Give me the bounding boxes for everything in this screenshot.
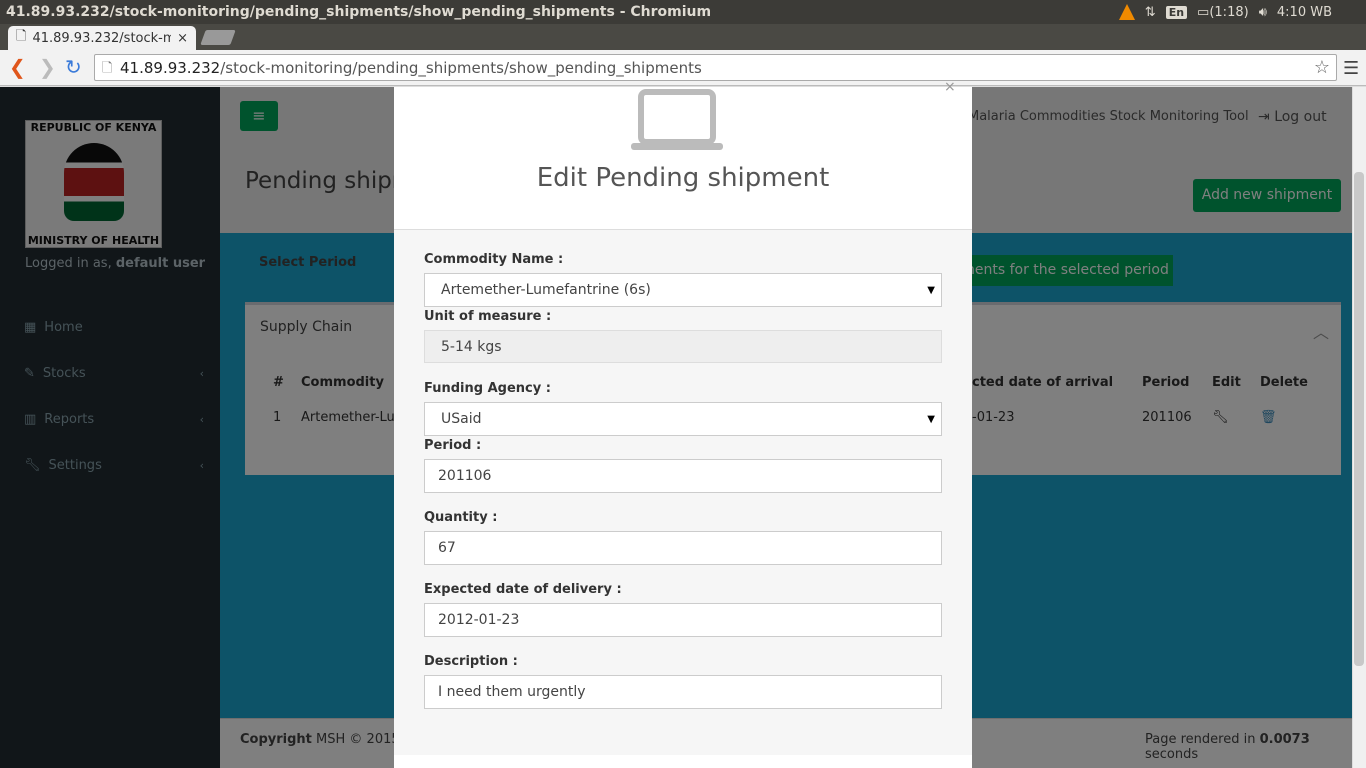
description-input[interactable]: I need them urgently bbox=[424, 675, 942, 709]
vlc-icon[interactable] bbox=[1118, 4, 1135, 20]
funding-label: Funding Agency : bbox=[424, 381, 551, 396]
os-title-bar: 41.89.93.232/stock-monitoring/pending_sh… bbox=[0, 0, 1366, 24]
quantity-input[interactable]: 67 bbox=[424, 531, 942, 565]
reload-icon[interactable]: ↻ bbox=[65, 57, 82, 77]
commodity-value: Artemether-Lumefantrine (6s) bbox=[441, 282, 651, 298]
back-icon[interactable]: ❮ bbox=[9, 57, 26, 77]
quantity-label: Quantity : bbox=[424, 510, 498, 525]
modal-title: Edit Pending shipment bbox=[536, 163, 830, 193]
bookmark-star-icon[interactable]: ☆ bbox=[1314, 57, 1330, 78]
battery-time: (1:18) bbox=[1209, 4, 1249, 20]
commodity-select[interactable]: Artemether-Lumefantrine (6s) ▼ bbox=[424, 273, 942, 307]
date-label: Expected date of delivery : bbox=[424, 582, 622, 597]
scrollbar-thumb[interactable] bbox=[1354, 172, 1364, 666]
new-tab-button[interactable] bbox=[200, 30, 236, 45]
description-label: Description : bbox=[424, 654, 518, 669]
funding-value: USaid bbox=[441, 411, 482, 427]
volume-icon[interactable]: 🔊︎ bbox=[1259, 5, 1267, 20]
close-tab-icon[interactable]: × bbox=[177, 31, 188, 46]
clock[interactable]: 4:10 WB bbox=[1277, 5, 1332, 20]
dropdown-caret-icon: ▼ bbox=[927, 284, 935, 296]
unit-field: 5-14 kgs bbox=[424, 330, 942, 363]
date-input[interactable]: 2012-01-23 bbox=[424, 603, 942, 637]
commodity-label: Commodity Name : bbox=[424, 252, 564, 267]
address-bar[interactable]: 🗋 41.89.93.232/stock-monitoring/pending_… bbox=[94, 54, 1337, 81]
menu-icon[interactable]: ☰ bbox=[1343, 58, 1359, 79]
url-host: 41.89.93.232 bbox=[120, 58, 221, 77]
tab-title: 41.89.93.232/stock-m bbox=[32, 30, 172, 46]
forward-icon[interactable]: ❯ bbox=[39, 57, 56, 77]
battery-status[interactable]: ▭(1:18) bbox=[1197, 5, 1249, 20]
system-tray: ⇅ En ▭(1:18) 🔊︎ 4:10 WB bbox=[1118, 0, 1366, 24]
unit-label: Unit of measure : bbox=[424, 309, 552, 324]
page-icon: 🗋 bbox=[102, 61, 113, 76]
network-icon[interactable]: ⇅ bbox=[1145, 5, 1156, 20]
browser-tab[interactable]: 🗋 41.89.93.232/stock-m × bbox=[8, 26, 196, 50]
url-path: /stock-monitoring/pending_shipments/show… bbox=[220, 58, 702, 77]
close-icon[interactable]: × bbox=[944, 79, 956, 95]
period-input[interactable]: 201106 bbox=[424, 459, 942, 493]
laptop-icon bbox=[631, 89, 723, 150]
period-label: Period : bbox=[424, 438, 482, 453]
language-indicator[interactable]: En bbox=[1165, 5, 1188, 19]
window-title: 41.89.93.232/stock-monitoring/pending_sh… bbox=[6, 4, 712, 20]
page-icon: 🗋 bbox=[16, 29, 27, 44]
funding-select[interactable]: USaid ▼ bbox=[424, 402, 942, 436]
dropdown-caret-icon: ▼ bbox=[927, 413, 935, 425]
